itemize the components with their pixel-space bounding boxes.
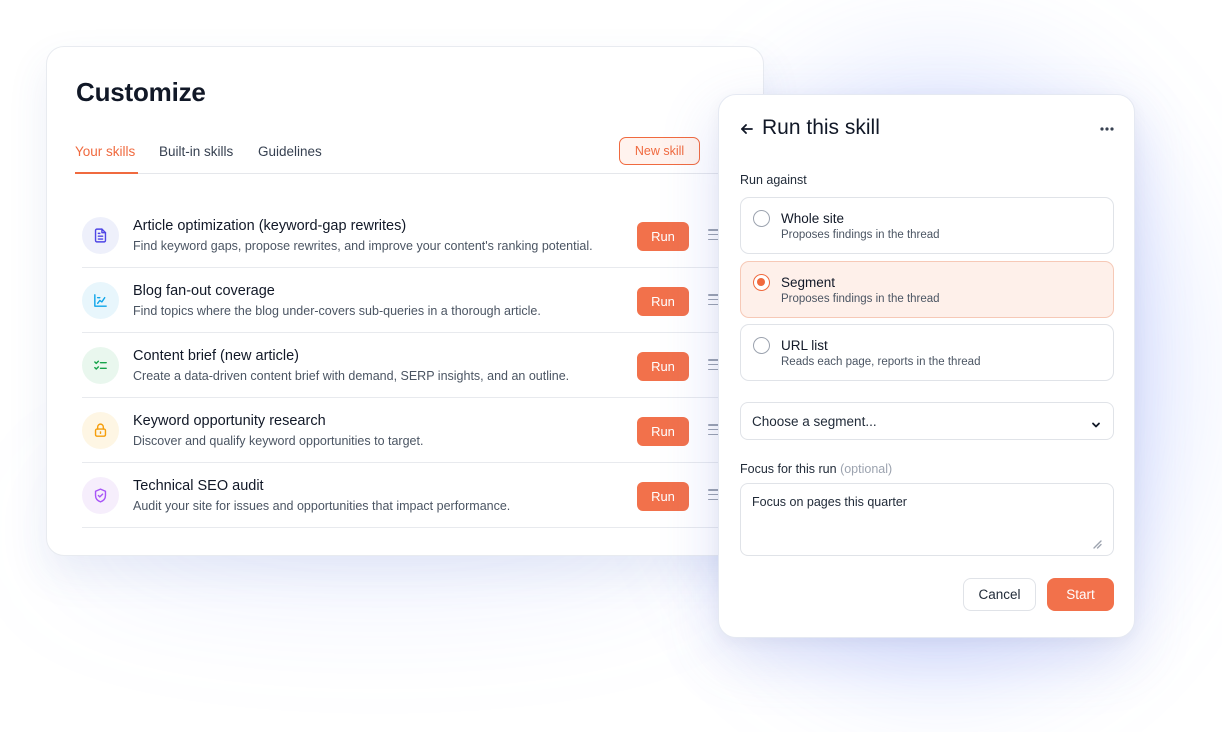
skill-row: Article optimization (keyword-gap rewrit… — [82, 203, 763, 268]
tab-your-skills[interactable]: Your skills — [75, 143, 138, 174]
run-against-label: Run against — [740, 173, 807, 187]
focus-label-text: Focus for this run — [740, 462, 837, 476]
page-title: Customize — [76, 77, 206, 107]
radio-button[interactable] — [753, 337, 770, 354]
option-title: URL list — [781, 338, 828, 353]
skill-description: Find topics where the blog under-covers … — [133, 304, 541, 318]
skill-row: Blog fan-out coverage Find topics where … — [82, 268, 763, 333]
focus-textarea[interactable]: Focus on pages this quarter — [740, 483, 1114, 556]
tab-built-in-skills[interactable]: Built-in skills — [159, 143, 233, 174]
run-button[interactable]: Run — [637, 482, 689, 511]
skill-name: Article optimization (keyword-gap rewrit… — [133, 218, 407, 234]
skill-name: Content brief (new article) — [133, 348, 300, 364]
document-icon — [82, 217, 119, 254]
option-description: Proposes findings in the thread — [781, 293, 940, 305]
radio-option-url-list[interactable]: URL list Reads each page, reports in the… — [740, 324, 1114, 381]
cancel-button[interactable]: Cancel — [963, 578, 1036, 611]
skill-description: Discover and qualify keyword opportuniti… — [133, 434, 424, 448]
option-description: Reads each page, reports in the thread — [781, 356, 981, 368]
focus-text-value: Focus on pages this quarter — [752, 495, 907, 509]
skill-name: Keyword opportunity research — [133, 413, 326, 429]
chart-icon — [82, 282, 119, 319]
skill-description: Audit your site for issues and opportuni… — [133, 499, 511, 513]
back-arrow-icon[interactable] — [740, 122, 754, 136]
radio-button[interactable] — [753, 210, 770, 227]
run-button[interactable]: Run — [637, 287, 689, 316]
run-button[interactable]: Run — [637, 352, 689, 381]
radio-option-segment[interactable]: Segment Proposes findings in the thread — [740, 261, 1114, 318]
segment-select-value: Choose a segment... — [752, 414, 877, 429]
skill-name: Technical SEO audit — [133, 478, 264, 494]
shield-icon — [82, 477, 119, 514]
skill-name: Blog fan-out coverage — [133, 283, 275, 299]
segment-select[interactable]: Choose a segment... — [740, 402, 1114, 440]
option-title: Segment — [781, 275, 836, 290]
focus-label: Focus for this run (optional) — [740, 462, 892, 476]
skill-row: Technical SEO audit Audit your site for … — [82, 463, 763, 528]
skill-list: Article optimization (keyword-gap rewrit… — [82, 203, 763, 528]
option-title: Whole site — [781, 211, 845, 226]
radio-button[interactable] — [753, 274, 770, 291]
panel-title: Run this skill — [762, 116, 880, 139]
radio-option-whole-site[interactable]: Whole site Proposes findings in the thre… — [740, 197, 1114, 254]
run-button[interactable]: Run — [637, 222, 689, 251]
customize-card: Customize Your skills Built-in skills Gu… — [46, 46, 764, 556]
run-skill-panel: Run this skill Run against Whole site Pr… — [718, 94, 1135, 638]
chevron-down-icon — [1091, 417, 1101, 428]
skill-row: Content brief (new article) Create a dat… — [82, 333, 763, 398]
skill-description: Find keyword gaps, propose rewrites, and… — [133, 239, 593, 253]
lock-icon — [82, 412, 119, 449]
new-skill-button[interactable]: New skill — [619, 137, 700, 165]
checklist-icon — [82, 347, 119, 384]
skill-row: Keyword opportunity research Discover an… — [82, 398, 763, 463]
tab-guidelines[interactable]: Guidelines — [258, 143, 322, 174]
more-options-icon[interactable] — [1100, 127, 1114, 131]
optional-hint: (optional) — [840, 462, 893, 476]
start-button[interactable]: Start — [1047, 578, 1114, 611]
resize-handle-icon[interactable] — [1093, 536, 1102, 549]
option-description: Proposes findings in the thread — [781, 229, 940, 241]
run-button[interactable]: Run — [637, 417, 689, 446]
skill-description: Create a data-driven content brief with … — [133, 369, 570, 383]
